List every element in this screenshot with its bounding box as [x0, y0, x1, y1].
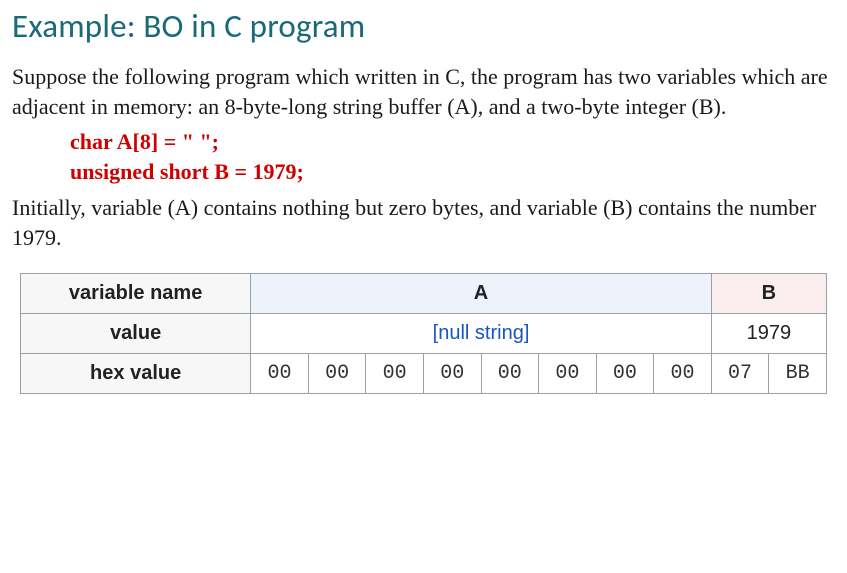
code-line-b: unsigned short B = 1979;	[70, 159, 835, 185]
hex-a-4: 00	[481, 354, 539, 394]
row-label-value: value	[21, 314, 251, 354]
hex-a-1: 00	[308, 354, 366, 394]
row-label-varname: variable name	[21, 274, 251, 314]
table-row-value: value [null string] 1979	[21, 314, 827, 354]
hex-a-2: 00	[366, 354, 424, 394]
paragraph-initial: Initially, variable (A) contains nothing…	[12, 193, 835, 254]
col-header-a: A	[251, 274, 712, 314]
hex-b-1: BB	[769, 354, 827, 394]
memory-table-container: variable name A B value [null string] 19…	[12, 265, 835, 402]
code-line-a: char A[8] = " ";	[70, 129, 835, 155]
hex-b-0: 07	[711, 354, 769, 394]
value-a: [null string]	[251, 314, 712, 354]
value-b: 1979	[711, 314, 826, 354]
memory-table: variable name A B value [null string] 19…	[20, 273, 827, 394]
hex-a-0: 00	[251, 354, 309, 394]
hex-a-5: 00	[539, 354, 597, 394]
slide-title: Example: BO in C program	[12, 6, 835, 46]
paragraph-intro: Suppose the following program which writ…	[12, 62, 835, 123]
hex-a-3: 00	[423, 354, 481, 394]
col-header-b: B	[711, 274, 826, 314]
table-row-header: variable name A B	[21, 274, 827, 314]
hex-a-7: 00	[654, 354, 712, 394]
table-row-hex: hex value 00 00 00 00 00 00 00 00 07 BB	[21, 354, 827, 394]
hex-a-6: 00	[596, 354, 654, 394]
row-label-hex: hex value	[21, 354, 251, 394]
